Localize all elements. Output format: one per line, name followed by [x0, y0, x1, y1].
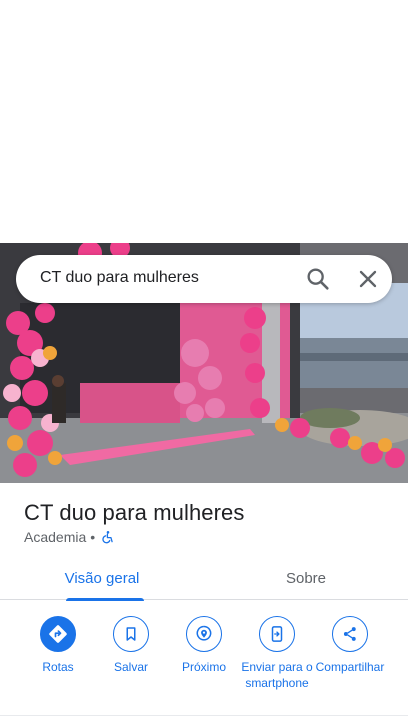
directions-icon[interactable] [40, 616, 76, 652]
search-bar[interactable]: CT duo para mulheres [16, 255, 392, 303]
directions-button[interactable]: Rotas [21, 616, 95, 675]
wheelchair-accessible-icon [101, 530, 115, 544]
directions-label: Rotas [42, 660, 74, 674]
send-to-phone-icon[interactable] [259, 616, 295, 652]
share-button[interactable]: Compartilhar [313, 616, 387, 675]
place-category: Academia [24, 529, 87, 545]
search-input[interactable]: CT duo para mulheres [40, 269, 199, 287]
place-title: CT duo para mulheres [24, 500, 245, 525]
close-icon[interactable] [354, 265, 382, 293]
share-label: Compartilhar [315, 660, 385, 674]
action-buttons: Rotas Salvar Próximo Enviar para o smart… [0, 616, 408, 716]
separator-dot: • [90, 529, 96, 545]
active-tab-indicator [66, 598, 144, 601]
save-label: Salvar [113, 660, 148, 674]
tab-about[interactable]: Sobre [204, 556, 408, 600]
tab-overview-label: Visão geral [64, 569, 140, 587]
save-button[interactable]: Salvar [94, 616, 168, 675]
nearby-button[interactable]: Próximo [167, 616, 241, 675]
place-subtitle: Academia • [24, 529, 115, 545]
tab-bar: Visão geral Sobre [0, 556, 408, 601]
tab-overview[interactable]: Visão geral [0, 556, 204, 601]
nearby-label: Próximo [181, 660, 226, 674]
divider [0, 715, 408, 716]
send-to-phone-button[interactable]: Enviar para o smartphone [240, 616, 314, 691]
share-icon[interactable] [332, 616, 368, 652]
tab-about-label: Sobre [285, 569, 327, 587]
bookmark-icon[interactable] [113, 616, 149, 652]
search-icon[interactable] [304, 265, 332, 293]
send-to-phone-label: Enviar para o smartphone [241, 660, 313, 690]
nearby-icon[interactable] [186, 616, 222, 652]
map-blank-area [0, 0, 408, 243]
